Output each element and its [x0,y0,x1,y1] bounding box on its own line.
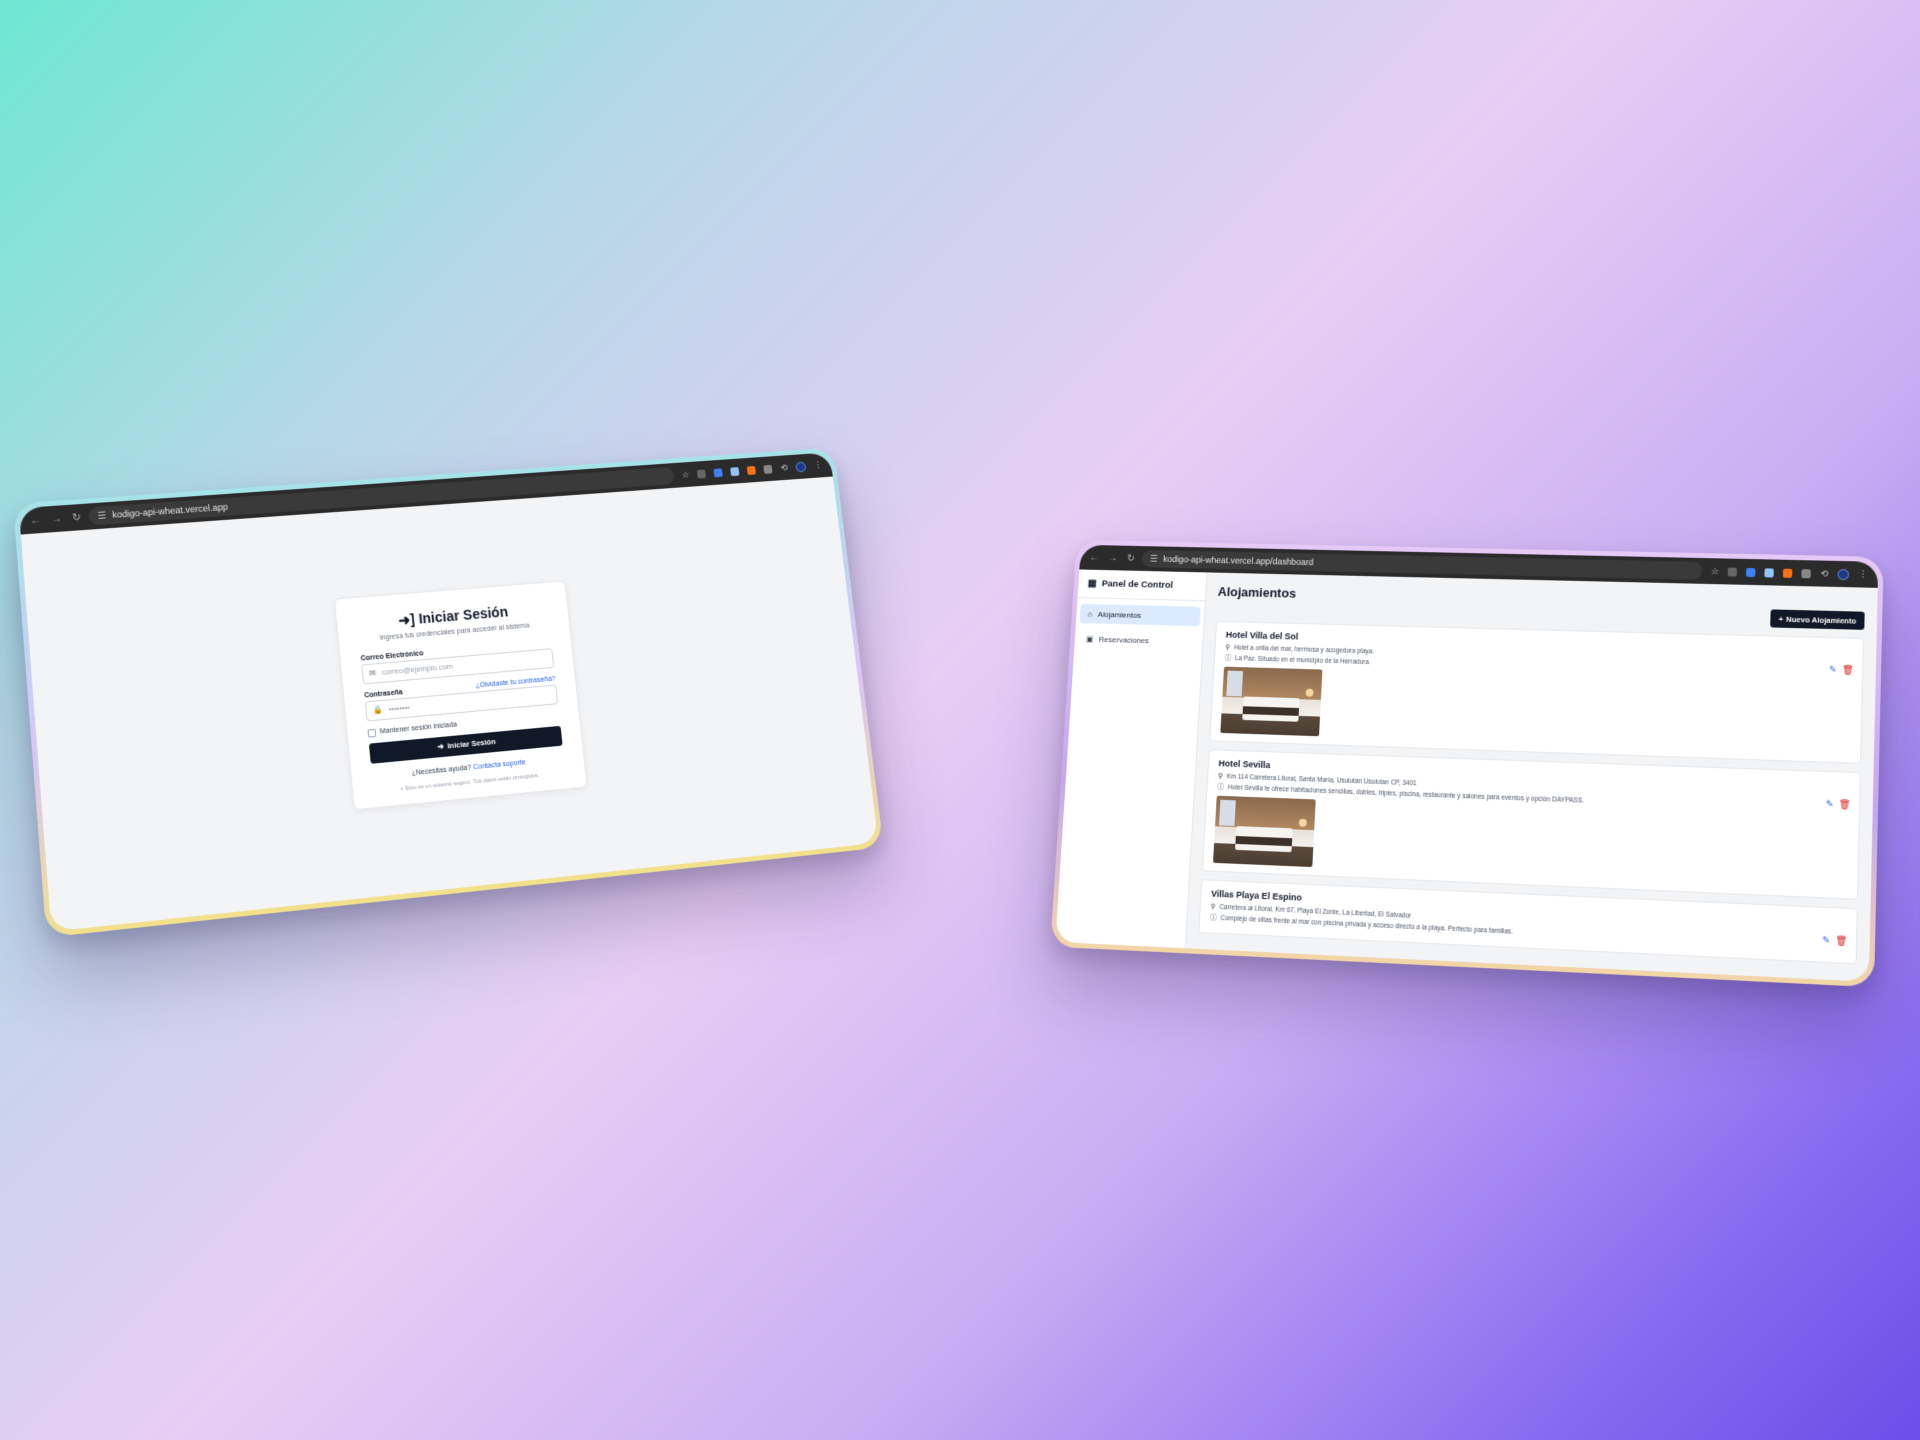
dashboard-device-frame: ← → ↻ ☰ kodigo-api-wheat.vercel.app/dash… [1050,539,1884,988]
login-browser-window: ← → ↻ ☰ kodigo-api-wheat.vercel.app ☆ ⟲ … [18,452,879,932]
envelope-icon: ✉ [368,668,377,678]
calendar-icon: ▣ [1085,634,1094,644]
sidebar-item-alojamientos[interactable]: ⌂ Alojamientos [1079,603,1201,627]
login-page: ➜] Iniciar Sesión Ingresa tus credencial… [21,477,879,932]
dashboard-page: ▦ Panel de Control ⌂ Alojamientos ▣ Rese… [1055,569,1877,981]
main-content: Alojamientos + Nuevo Alojamiento Hotel V… [1186,572,1878,981]
edit-icon[interactable]: ✎ [1829,664,1837,675]
site-info-icon[interactable]: ☰ [97,510,106,522]
new-accommodation-button[interactable]: + Nuevo Alojamiento [1770,609,1865,630]
back-icon[interactable]: ← [30,514,41,526]
forward-icon[interactable]: → [51,513,62,525]
hotel-room-image [1212,795,1316,868]
map-pin-icon: ⚲ [1217,773,1224,781]
extensions-puzzle-icon[interactable] [1801,568,1812,578]
trash-icon[interactable]: 🗑 [1839,799,1851,811]
url-text: kodigo-api-wheat.vercel.app/dashboard [1162,554,1314,568]
accommodation-card: Hotel Villa del Sol ⚲ Hotel a orilla del… [1209,620,1865,764]
sidebar: ▦ Panel de Control ⌂ Alojamientos ▣ Rese… [1055,569,1208,949]
map-pin-icon: ⚲ [1210,903,1216,911]
extension-icon[interactable] [697,468,707,479]
info-icon: ⓘ [1217,783,1225,791]
edit-icon[interactable]: ✎ [1822,935,1830,947]
bookmark-star-icon[interactable]: ☆ [681,469,690,480]
login-icon: ➜ [436,741,444,752]
extension-icon[interactable] [747,465,757,475]
reload-icon[interactable]: ↻ [1127,553,1136,564]
info-icon: ⓘ [1209,914,1217,922]
extension-icon[interactable] [1728,567,1738,577]
extension-icon[interactable] [1764,567,1775,578]
lock-icon: 🔒 [372,704,384,715]
extension-icon[interactable] [713,467,724,477]
sidebar-title: Panel de Control [1101,578,1174,591]
new-accommodation-label: Nuevo Alojamiento [1786,614,1857,626]
extension-icon[interactable] [1783,568,1793,578]
trash-icon[interactable]: 🗑 [1842,665,1854,676]
login-icon: ➜] [397,610,416,628]
login-card: ➜] Iniciar Sesión Ingresa tus credencial… [333,579,588,810]
menu-icon[interactable]: ⋮ [1858,569,1868,580]
remember-label: Mantener sesión iniciada [379,721,458,736]
password-value: •••••••• [388,702,411,714]
profile-avatar[interactable] [1837,568,1850,580]
hotel-room-image [1220,666,1323,737]
menu-icon[interactable]: ⋮ [813,460,822,471]
accommodation-card: Hotel Sevilla ⚲ Km 114 Carretera Litoral… [1201,749,1862,900]
card-description: La Paz. Situado en el municipio de la He… [1234,654,1371,666]
reload-icon[interactable]: ↻ [72,512,82,524]
password-label: Contraseña [363,688,404,699]
extension-icon[interactable] [1746,567,1756,577]
history-icon[interactable]: ⟲ [1820,568,1828,579]
url-text: kodigo-api-wheat.vercel.app [111,501,229,520]
sidebar-item-label: Reservaciones [1098,634,1150,645]
profile-avatar[interactable] [795,461,807,473]
extensions-puzzle-icon[interactable] [763,464,773,474]
forward-icon[interactable]: → [1108,553,1118,564]
help-text: ¿Necesitas ayuda? [411,763,472,777]
email-placeholder: correo@ejemplo.com [381,661,454,677]
history-icon[interactable]: ⟲ [780,462,788,473]
info-icon: ⓘ [1224,655,1232,662]
back-icon[interactable]: ← [1089,552,1099,563]
dashboard-browser-window: ← → ↻ ☰ kodigo-api-wheat.vercel.app/dash… [1055,544,1879,982]
map-pin-icon: ⚲ [1224,644,1231,652]
extension-icon[interactable] [730,466,740,476]
trash-icon[interactable]: 🗑 [1835,935,1847,947]
login-submit-label: Iniciar Sesión [447,736,497,751]
sidebar-item-reservaciones[interactable]: ▣ Reservaciones [1078,629,1199,652]
bookmark-star-icon[interactable]: ☆ [1711,566,1720,577]
grid-icon: ▦ [1087,578,1097,589]
contact-support-link[interactable]: Contacta soporte [473,759,526,771]
remember-checkbox[interactable] [367,728,377,738]
shield-icon: ◐ [400,785,405,793]
sidebar-item-label: Alojamientos [1097,609,1142,620]
plus-icon: + [1778,614,1784,624]
page-title: Alojamientos [1217,584,1297,601]
home-icon: ⌂ [1087,609,1093,619]
edit-icon[interactable]: ✎ [1826,799,1834,811]
login-device-frame: ← → ↻ ☰ kodigo-api-wheat.vercel.app ☆ ⟲ … [13,447,884,938]
login-title: Iniciar Sesión [417,603,509,627]
site-info-icon[interactable]: ☰ [1150,553,1158,564]
